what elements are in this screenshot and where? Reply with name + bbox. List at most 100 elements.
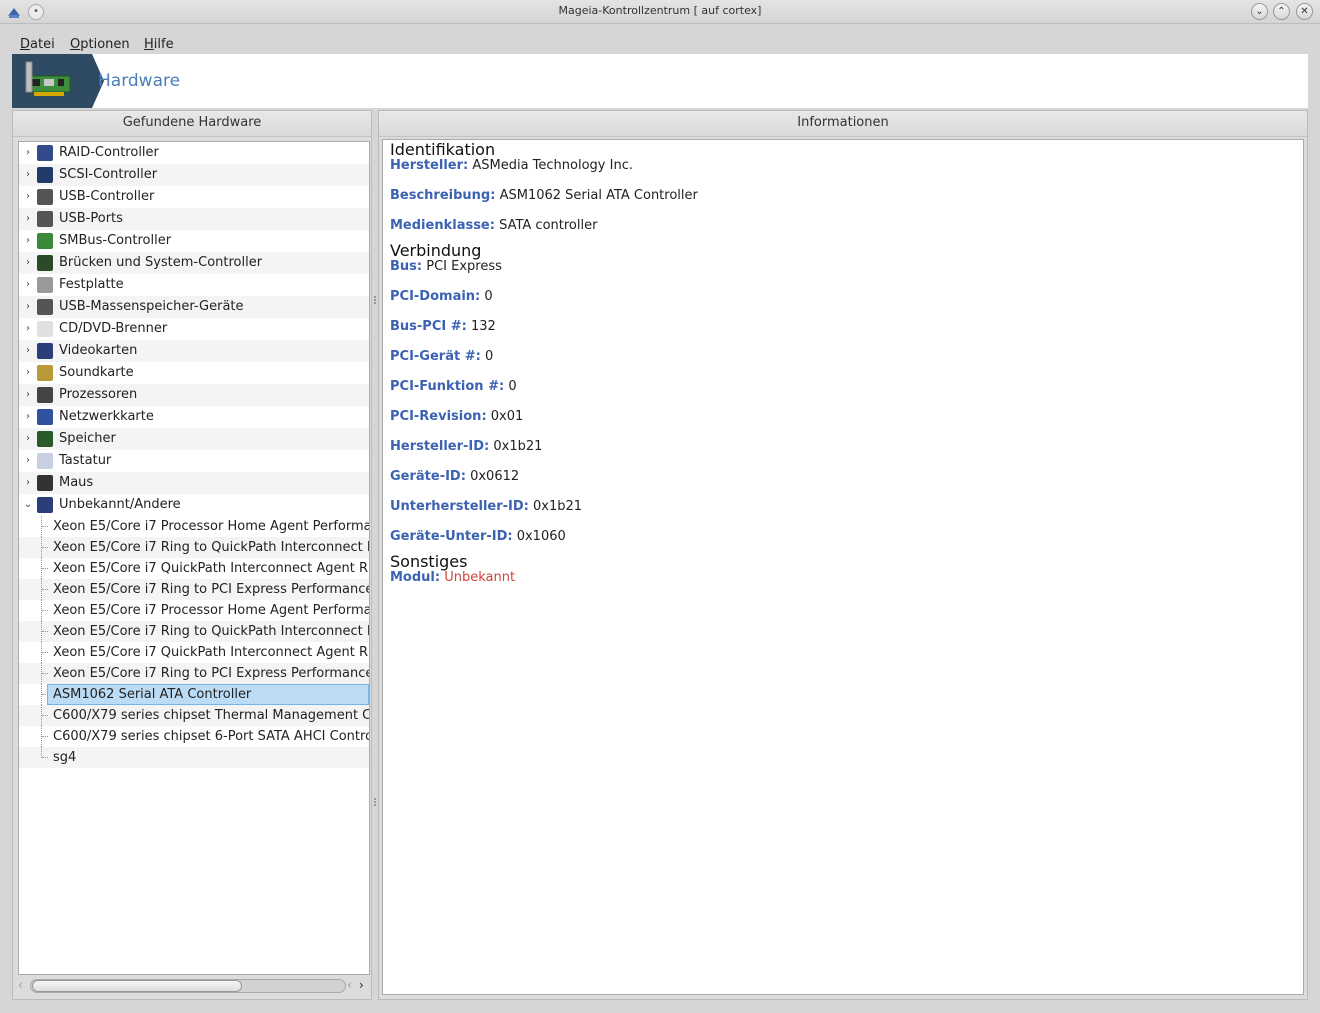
tree-category-br-cken-und-system-controller[interactable]: › Brücken und System-Controller bbox=[19, 252, 369, 274]
expander-closed-icon[interactable]: › bbox=[23, 406, 33, 428]
tree-category-unbekannt-andere[interactable]: ⌄ Unbekannt/Andere bbox=[19, 494, 369, 516]
horizontal-scrollbar[interactable]: ‹ ‹ › bbox=[18, 977, 370, 995]
tree-category-label: Tastatur bbox=[59, 453, 112, 468]
tree-device-label: Xeon E5/Core i7 Processor Home Agent Per… bbox=[53, 603, 369, 618]
scroll-right-icon[interactable]: › bbox=[359, 978, 364, 992]
scroll-left-icon[interactable]: ‹ bbox=[18, 978, 23, 992]
tree-category-maus[interactable]: › Maus bbox=[19, 472, 369, 494]
info-field: Bus: PCI Express bbox=[390, 259, 502, 274]
expander-closed-icon[interactable]: › bbox=[23, 208, 33, 230]
expander-closed-icon[interactable]: › bbox=[23, 362, 33, 384]
tree-category-label: CD/DVD-Brenner bbox=[59, 321, 168, 336]
tree-category-prozessoren[interactable]: › Prozessoren bbox=[19, 384, 369, 406]
mouse-icon bbox=[37, 475, 53, 491]
tree-category-raid-controller[interactable]: › RAID-Controller bbox=[19, 142, 369, 164]
sound-icon bbox=[37, 365, 53, 381]
tree-device-selected[interactable]: ASM1062 Serial ATA Controller bbox=[19, 684, 369, 705]
tree-category-label: USB-Controller bbox=[59, 189, 155, 204]
info-field-value: 0 bbox=[484, 349, 494, 364]
maximize-button[interactable]: ⌃ bbox=[1273, 3, 1290, 20]
tree-category-tastatur[interactable]: › Tastatur bbox=[19, 450, 369, 472]
tree-device[interactable]: C600/X79 series chipset Thermal Manageme… bbox=[19, 705, 369, 726]
tree-device[interactable]: Xeon E5/Core i7 QuickPath Interconnect A… bbox=[19, 642, 369, 663]
tree-category-scsi-controller[interactable]: › SCSI-Controller bbox=[19, 164, 369, 186]
tree-category-netzwerkkarte[interactable]: › Netzwerkkarte bbox=[19, 406, 369, 428]
expander-closed-icon[interactable]: › bbox=[23, 142, 33, 164]
expander-closed-icon[interactable]: › bbox=[23, 252, 33, 274]
scroll-left-small-icon[interactable]: ‹ bbox=[347, 978, 352, 992]
tree-device-label: Xeon E5/Core i7 Processor Home Agent Per… bbox=[53, 519, 369, 534]
section-title-verbindung: Verbindung bbox=[390, 241, 482, 260]
tree-device[interactable]: Xeon E5/Core i7 Processor Home Agent Per… bbox=[19, 600, 369, 621]
expander-closed-icon[interactable]: › bbox=[23, 230, 33, 252]
minimize-button[interactable]: ⌄ bbox=[1251, 3, 1268, 20]
expander-closed-icon[interactable]: › bbox=[23, 164, 33, 186]
info-field-key: Modul: bbox=[390, 570, 441, 585]
info-field-key: PCI-Gerät #: bbox=[390, 349, 481, 364]
menu-optionen[interactable]: Optionen bbox=[70, 37, 130, 52]
menu-datei[interactable]: Datei bbox=[20, 37, 55, 52]
tree-device[interactable]: Xeon E5/Core i7 QuickPath Interconnect A… bbox=[19, 558, 369, 579]
tree-device-label: C600/X79 series chipset Thermal Manageme… bbox=[53, 708, 369, 723]
info-field: Medienklasse: SATA controller bbox=[390, 218, 597, 233]
menu-bar: Datei Optionen Hilfe bbox=[0, 34, 1320, 54]
tree-category-videokarten[interactable]: › Videokarten bbox=[19, 340, 369, 362]
tree-category-soundkarte[interactable]: › Soundkarte bbox=[19, 362, 369, 384]
tree-device-label: Xeon E5/Core i7 QuickPath Interconnect A… bbox=[53, 561, 369, 576]
tree-category-label: Brücken und System-Controller bbox=[59, 255, 263, 270]
expander-closed-icon[interactable]: › bbox=[23, 318, 33, 340]
expander-open-icon[interactable]: ⌄ bbox=[23, 494, 33, 516]
expander-closed-icon[interactable]: › bbox=[23, 186, 33, 208]
usb-icon bbox=[37, 211, 53, 227]
page-title: Hardware bbox=[98, 71, 181, 91]
hardware-tree[interactable]: › RAID-Controller › SCSI-Controller › USB-Con… bbox=[18, 141, 370, 975]
tree-device[interactable]: Xeon E5/Core i7 Ring to PCI Express Perf… bbox=[19, 579, 369, 600]
tree-device[interactable]: sg4 bbox=[19, 747, 369, 768]
title-bar[interactable]: • Mageia-Kontrollzentrum [ auf cortex] ⌄… bbox=[0, 0, 1320, 24]
tree-device-label: Xeon E5/Core i7 Ring to PCI Express Perf… bbox=[53, 666, 369, 681]
tree-category-smbus-controller[interactable]: › SMBus-Controller bbox=[19, 230, 369, 252]
expander-closed-icon[interactable]: › bbox=[23, 340, 33, 362]
tree-category-label: SMBus-Controller bbox=[59, 233, 172, 248]
unknown-icon bbox=[37, 497, 53, 513]
tree-category-usb-massenspeicher-ger-te[interactable]: › USB-Massenspeicher-Geräte bbox=[19, 296, 369, 318]
tree-category-speicher[interactable]: › Speicher bbox=[19, 428, 369, 450]
tree-header[interactable]: Gefundene Hardware bbox=[13, 111, 371, 137]
tree-device[interactable]: Xeon E5/Core i7 Ring to QuickPath Interc… bbox=[19, 621, 369, 642]
tree-device[interactable]: C600/X79 series chipset 6-Port SATA AHCI… bbox=[19, 726, 369, 747]
expander-closed-icon[interactable]: › bbox=[23, 450, 33, 472]
expander-closed-icon[interactable]: › bbox=[23, 296, 33, 318]
info-field-key: Beschreibung: bbox=[390, 188, 496, 203]
tree-device[interactable]: Xeon E5/Core i7 Processor Home Agent Per… bbox=[19, 516, 369, 537]
tree-category-usb-ports[interactable]: › USB-Ports bbox=[19, 208, 369, 230]
expander-closed-icon[interactable]: › bbox=[23, 428, 33, 450]
splitter-grip-top bbox=[374, 296, 376, 304]
keyboard-icon bbox=[37, 453, 53, 469]
tree-device-label: C600/X79 series chipset 6-Port SATA AHCI… bbox=[53, 729, 369, 744]
harddisk-icon bbox=[37, 277, 53, 293]
tree-category-usb-controller[interactable]: › USB-Controller bbox=[19, 186, 369, 208]
tree-category-label: Videokarten bbox=[59, 343, 138, 358]
info-header[interactable]: Informationen bbox=[379, 111, 1307, 137]
raid-icon bbox=[37, 145, 53, 161]
usb-icon bbox=[37, 299, 53, 315]
menu-hilfe[interactable]: Hilfe bbox=[144, 37, 174, 52]
tree-branch-line bbox=[41, 726, 48, 747]
tree-category-cd-dvd-brenner[interactable]: › CD/DVD-Brenner bbox=[19, 318, 369, 340]
expander-closed-icon[interactable]: › bbox=[23, 384, 33, 406]
tree-branch-line bbox=[41, 747, 48, 758]
close-button[interactable]: ✕ bbox=[1296, 3, 1313, 20]
tree-category-label: Maus bbox=[59, 475, 94, 490]
video-icon bbox=[37, 343, 53, 359]
info-field-value: 132 bbox=[470, 319, 496, 334]
scroll-thumb[interactable] bbox=[32, 980, 242, 992]
tree-device[interactable]: Xeon E5/Core i7 Ring to PCI Express Perf… bbox=[19, 663, 369, 684]
info-field-value: PCI Express bbox=[426, 259, 502, 274]
expander-closed-icon[interactable]: › bbox=[23, 472, 33, 494]
expander-closed-icon[interactable]: › bbox=[23, 274, 33, 296]
tree-category-festplatte[interactable]: › Festplatte bbox=[19, 274, 369, 296]
info-field-key: Hersteller-ID: bbox=[390, 439, 490, 454]
cpu-icon bbox=[37, 387, 53, 403]
tree-branch-line bbox=[41, 516, 48, 537]
tree-device[interactable]: Xeon E5/Core i7 Ring to QuickPath Interc… bbox=[19, 537, 369, 558]
